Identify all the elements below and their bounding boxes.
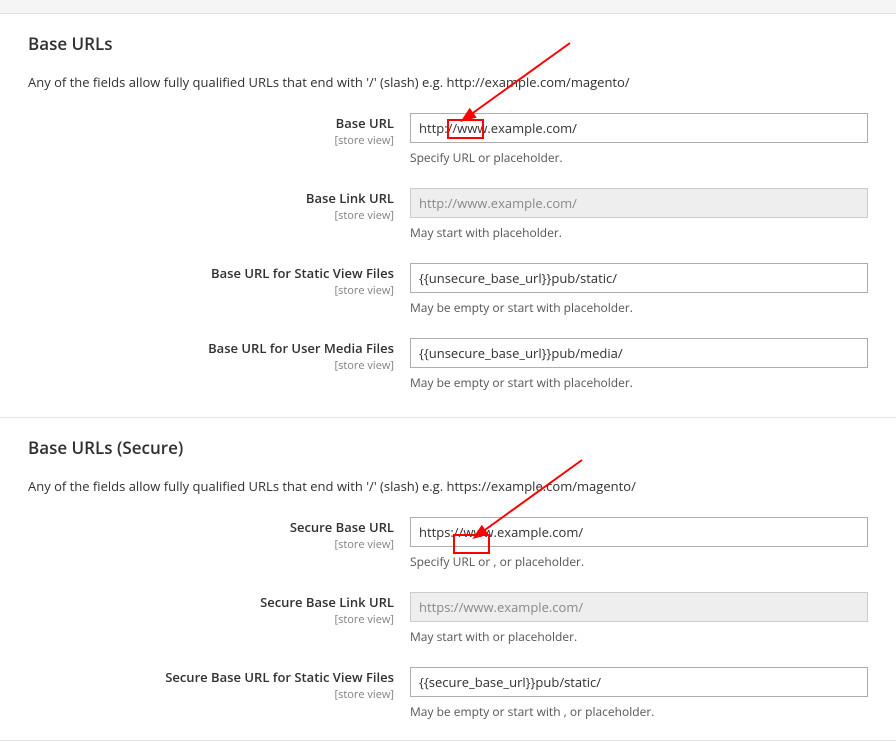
- secure-base-static-url-hint: May be empty or start with , or placehol…: [410, 703, 868, 720]
- section-base-urls-secure: Base URLs (Secure) Any of the fields all…: [0, 418, 896, 741]
- input-col: May be empty or start with , or placehol…: [410, 667, 868, 720]
- field-row-base-media-url: Base URL for User Media Files [store vie…: [28, 338, 868, 391]
- base-url-scope: [store view]: [28, 133, 394, 148]
- secure-base-static-url-scope: [store view]: [28, 687, 394, 702]
- field-row-secure-base-static-url: Secure Base URL for Static View Files [s…: [28, 667, 868, 720]
- base-link-url-input: [410, 188, 868, 218]
- secure-base-link-url-label: Secure Base Link URL: [28, 594, 394, 611]
- secure-base-url-hint: Specify URL or , or placeholder.: [410, 553, 868, 570]
- label-col: Secure Base URL for Static View Files [s…: [28, 667, 410, 702]
- field-row-secure-base-url: Secure Base URL [store view] Specify URL…: [28, 517, 868, 570]
- input-col: May be empty or start with placeholder.: [410, 263, 868, 316]
- base-url-label: Base URL: [28, 115, 394, 132]
- field-row-secure-base-link-url: Secure Base Link URL [store view] May st…: [28, 592, 868, 645]
- input-col: May start with placeholder.: [410, 188, 868, 241]
- base-link-url-scope: [store view]: [28, 208, 394, 223]
- secure-base-url-label: Secure Base URL: [28, 519, 394, 536]
- base-static-url-label: Base URL for Static View Files: [28, 265, 394, 282]
- label-col: Base Link URL [store view]: [28, 188, 410, 223]
- input-col: May be empty or start with placeholder.: [410, 338, 868, 391]
- label-col: Base URL [store view]: [28, 113, 410, 148]
- base-media-url-label: Base URL for User Media Files: [28, 340, 394, 357]
- base-media-url-input[interactable]: [410, 338, 868, 368]
- input-col: Specify URL or , or placeholder.: [410, 517, 868, 570]
- base-link-url-label: Base Link URL: [28, 190, 394, 207]
- base-static-url-scope: [store view]: [28, 283, 394, 298]
- input-col: May start with or placeholder.: [410, 592, 868, 645]
- section-desc-secure: Any of the fields allow fully qualified …: [28, 477, 868, 495]
- top-bar: [0, 0, 896, 14]
- field-row-base-static-url: Base URL for Static View Files [store vi…: [28, 263, 868, 316]
- input-col: Specify URL or placeholder.: [410, 113, 868, 166]
- secure-base-link-url-input: [410, 592, 868, 622]
- label-col: Base URL for Static View Files [store vi…: [28, 263, 410, 298]
- secure-base-url-input[interactable]: [410, 517, 868, 547]
- section-title-secure: Base URLs (Secure): [28, 436, 868, 459]
- base-media-url-hint: May be empty or start with placeholder.: [410, 374, 868, 391]
- base-static-url-hint: May be empty or start with placeholder.: [410, 299, 868, 316]
- label-col: Secure Base Link URL [store view]: [28, 592, 410, 627]
- section-base-urls: Base URLs Any of the fields allow fully …: [0, 14, 896, 418]
- base-media-url-scope: [store view]: [28, 358, 394, 373]
- secure-base-url-scope: [store view]: [28, 537, 394, 552]
- secure-base-link-url-scope: [store view]: [28, 612, 394, 627]
- label-col: Secure Base URL [store view]: [28, 517, 410, 552]
- base-link-url-hint: May start with placeholder.: [410, 224, 868, 241]
- secure-base-static-url-label: Secure Base URL for Static View Files: [28, 669, 394, 686]
- base-url-hint: Specify URL or placeholder.: [410, 149, 868, 166]
- base-url-input[interactable]: [410, 113, 868, 143]
- base-static-url-input[interactable]: [410, 263, 868, 293]
- label-col: Base URL for User Media Files [store vie…: [28, 338, 410, 373]
- section-desc-base-urls: Any of the fields allow fully qualified …: [28, 73, 868, 91]
- section-title-base-urls: Base URLs: [28, 32, 868, 55]
- secure-base-link-url-hint: May start with or placeholder.: [410, 628, 868, 645]
- secure-base-static-url-input[interactable]: [410, 667, 868, 697]
- field-row-base-url: Base URL [store view] Specify URL or pla…: [28, 113, 868, 166]
- field-row-base-link-url: Base Link URL [store view] May start wit…: [28, 188, 868, 241]
